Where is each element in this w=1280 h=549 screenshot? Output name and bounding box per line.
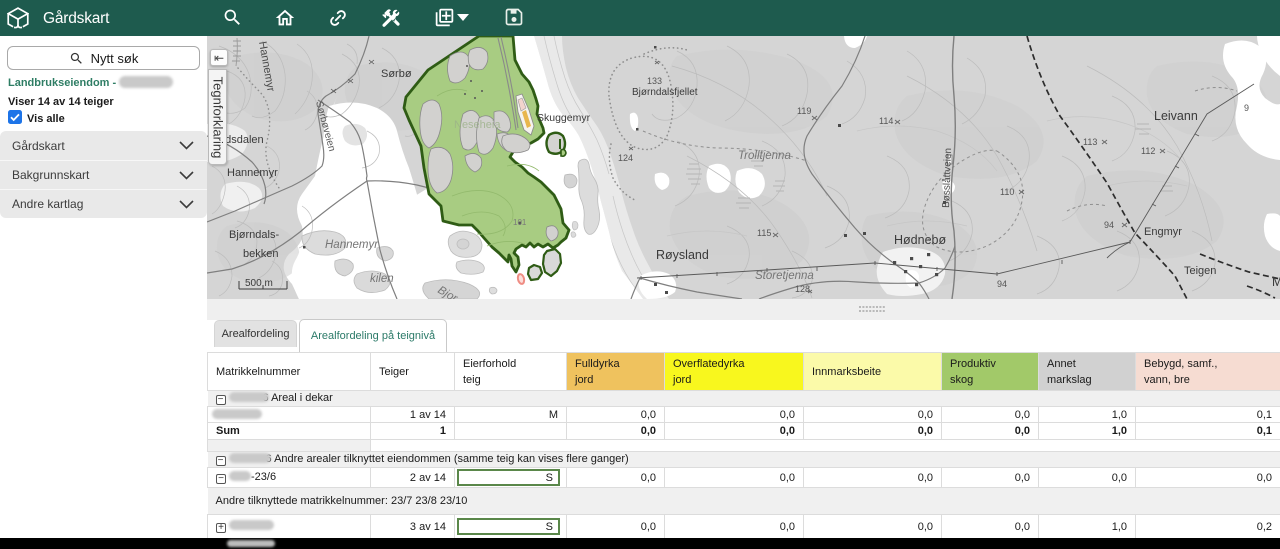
svg-text:Neseheia: Neseheia bbox=[454, 119, 501, 131]
svg-text:500 m: 500 m bbox=[245, 278, 273, 289]
svg-text:Hannemyr: Hannemyr bbox=[227, 167, 278, 179]
svg-text:9: 9 bbox=[1244, 103, 1249, 113]
svg-text:113: 113 bbox=[1083, 137, 1097, 147]
svg-text:94: 94 bbox=[997, 279, 1007, 289]
svg-text:Røysland: Røysland bbox=[656, 248, 709, 262]
svg-text:Sørbø: Sørbø bbox=[381, 68, 412, 80]
svg-text:Teigen: Teigen bbox=[1184, 265, 1216, 277]
svg-text:124: 124 bbox=[618, 153, 633, 163]
svg-text:Hannemyr: Hannemyr bbox=[325, 239, 379, 251]
svg-text:110: 110 bbox=[1000, 187, 1014, 197]
svg-text:kilen: kilen bbox=[370, 273, 394, 285]
svg-text:Trolltjenna: Trolltjenna bbox=[738, 150, 791, 162]
svg-text:Hødnebø: Hødnebø bbox=[894, 233, 946, 247]
svg-text:119: 119 bbox=[797, 106, 811, 116]
svg-text:114: 114 bbox=[879, 116, 893, 126]
svg-text:Skuggemyr: Skuggemyr bbox=[537, 112, 591, 124]
svg-text:bekken: bekken bbox=[243, 248, 278, 260]
svg-text:Bøsslåttveien: Bøsslåttveien bbox=[940, 148, 954, 208]
svg-text:Engmyr: Engmyr bbox=[1144, 226, 1182, 238]
svg-text:Bjørndals-: Bjørndals- bbox=[229, 229, 279, 241]
svg-text:Bjørndalsfjellet: Bjørndalsfjellet bbox=[632, 87, 698, 98]
svg-text:Leivann: Leivann bbox=[1154, 109, 1198, 123]
svg-text:M: M bbox=[1272, 275, 1280, 289]
svg-text:101: 101 bbox=[513, 218, 527, 227]
svg-text:128: 128 bbox=[795, 284, 810, 294]
svg-text:133: 133 bbox=[647, 76, 662, 86]
svg-text:Storetjenna: Storetjenna bbox=[755, 270, 814, 282]
svg-text:94: 94 bbox=[1104, 220, 1114, 230]
svg-text:115: 115 bbox=[757, 228, 771, 238]
svg-text:112: 112 bbox=[1141, 146, 1155, 156]
